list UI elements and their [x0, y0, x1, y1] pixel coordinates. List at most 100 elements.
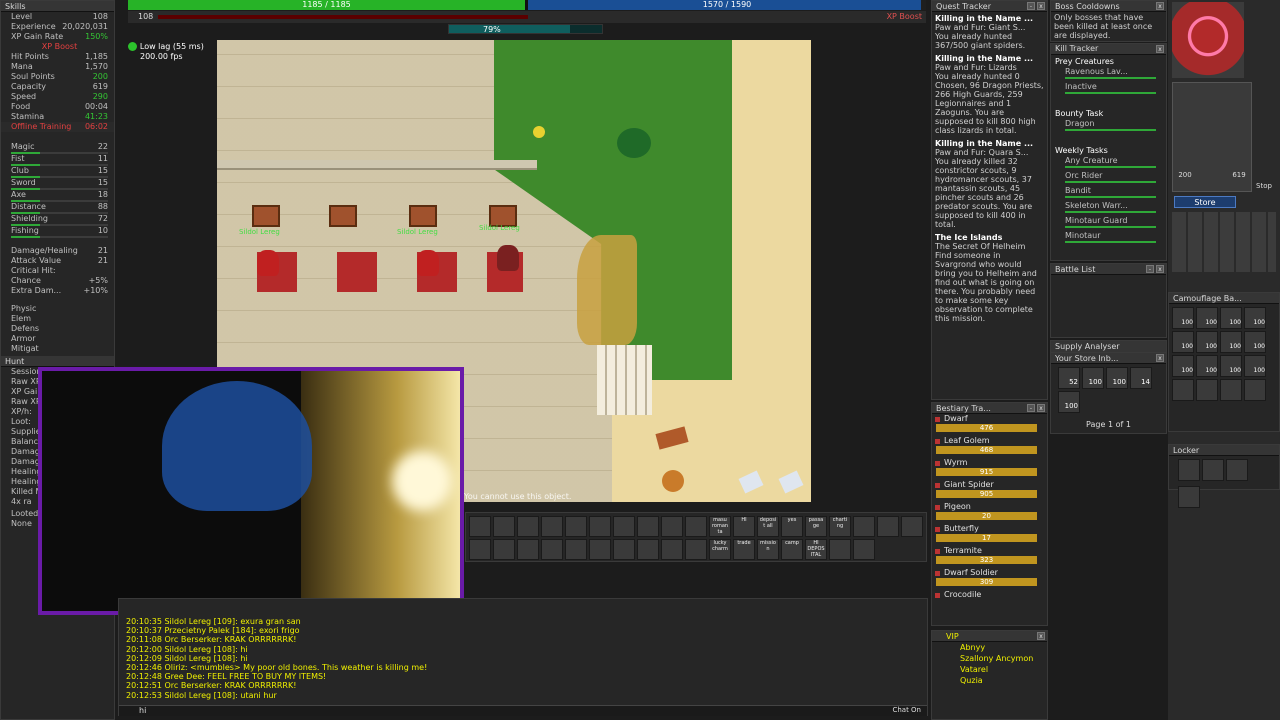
hotbar-slot[interactable]: [685, 539, 707, 560]
bestiary-name[interactable]: Butterfly: [932, 524, 1047, 534]
depot-chest-2[interactable]: [329, 205, 357, 227]
minimize-icon[interactable]: -: [1027, 2, 1035, 10]
hotbar-slot[interactable]: charti ng: [829, 516, 851, 537]
hotbar-slot[interactable]: trade: [733, 539, 755, 560]
camouflage-slot[interactable]: 100: [1196, 355, 1218, 377]
locker-slot-1[interactable]: [1178, 459, 1200, 481]
hotbar-slot[interactable]: HI: [733, 516, 755, 537]
camouflage-slot[interactable]: 100: [1172, 355, 1194, 377]
hotbar-slot[interactable]: [901, 516, 923, 537]
inbox-slot[interactable]: 52: [1058, 367, 1080, 389]
close-icon[interactable]: x: [1037, 404, 1045, 412]
hotbar-slot[interactable]: [541, 516, 563, 537]
weekly-item[interactable]: Skeleton Warr...: [1061, 201, 1166, 211]
player-char-2[interactable]: [417, 250, 439, 276]
hotbar-slot[interactable]: yes: [781, 516, 803, 537]
bag-item[interactable]: [662, 470, 684, 492]
player-char-1[interactable]: [257, 250, 279, 276]
weekly-item[interactable]: Orc Rider: [1061, 171, 1166, 181]
stop-button[interactable]: Stop: [1256, 182, 1272, 190]
weekly-item[interactable]: Minotaur Guard: [1061, 216, 1166, 226]
bestiary-name[interactable]: Leaf Golem: [932, 436, 1047, 446]
bestiary-name[interactable]: Dwarf: [932, 414, 1047, 424]
hotbar-slot[interactable]: [613, 516, 635, 537]
inbox-slot[interactable]: 100: [1106, 367, 1128, 389]
camouflage-slot[interactable]: 100: [1172, 307, 1194, 329]
hotbar-slot[interactable]: [853, 516, 875, 537]
hotbar-slot[interactable]: [661, 539, 683, 560]
bestiary-name[interactable]: Dwarf Soldier: [932, 568, 1047, 578]
camouflage-slot[interactable]: [1196, 379, 1218, 401]
hotbar-slot[interactable]: passa ge: [805, 516, 827, 537]
hotbar-slot[interactable]: [565, 516, 587, 537]
hotbar-slot[interactable]: [517, 539, 539, 560]
hotbar-slot[interactable]: [517, 516, 539, 537]
hotbar-slot[interactable]: [661, 516, 683, 537]
hotbar-slot[interactable]: [469, 539, 491, 560]
weekly-item[interactable]: Bandit: [1061, 186, 1166, 196]
bestiary-name[interactable]: Giant Spider: [932, 480, 1047, 490]
prey-item[interactable]: Inactive: [1061, 82, 1166, 92]
store-button[interactable]: Store: [1174, 196, 1236, 208]
chat-on-button[interactable]: Chat On: [892, 706, 921, 714]
weekly-item[interactable]: Any Creature: [1061, 156, 1166, 166]
bestiary-name[interactable]: Crocodile: [932, 590, 1047, 600]
camouflage-slot[interactable]: [1172, 379, 1194, 401]
close-icon[interactable]: x: [1037, 2, 1045, 10]
quest-entry[interactable]: Killing in the Name ... Paw and Fur: Gian…: [932, 14, 1047, 50]
hotbar-slot[interactable]: [685, 516, 707, 537]
hotbar-slot[interactable]: [589, 516, 611, 537]
close-icon[interactable]: x: [1156, 354, 1164, 362]
hotbar-slot[interactable]: lucky charm: [709, 539, 731, 560]
camouflage-slot[interactable]: 100: [1244, 355, 1266, 377]
prey-item[interactable]: Ravenous Lav...: [1061, 67, 1166, 77]
bestiary-name[interactable]: Pigeon: [932, 502, 1047, 512]
bestiary-name[interactable]: Wyrm: [932, 458, 1047, 468]
hotbar-slot[interactable]: [853, 539, 875, 560]
camouflage-slot[interactable]: 100: [1220, 355, 1242, 377]
camouflage-slot[interactable]: 100: [1244, 307, 1266, 329]
camouflage-slot[interactable]: 100: [1244, 331, 1266, 353]
hotbar-slot[interactable]: [613, 539, 635, 560]
vip-name[interactable]: Szallony Ancymon: [946, 653, 1047, 664]
camouflage-slot[interactable]: 100: [1172, 331, 1194, 353]
locker-slot-4[interactable]: [1178, 486, 1200, 508]
close-icon[interactable]: x: [1156, 265, 1164, 273]
hotbar-slot[interactable]: [565, 539, 587, 560]
quest-entry[interactable]: The Ice Islands The Secret Of Helheim Find…: [932, 233, 1047, 323]
bestiary-name[interactable]: Terramite: [932, 546, 1047, 556]
locker-slot-3[interactable]: [1226, 459, 1248, 481]
vip-name[interactable]: Abnyy: [946, 642, 1047, 653]
locker-slot-2[interactable]: [1202, 459, 1224, 481]
bounty-item[interactable]: Dragon: [1061, 119, 1166, 129]
inbox-slot[interactable]: 100: [1058, 391, 1080, 413]
quest-entry[interactable]: Killing in the Name ... Paw and Fur: Quar…: [932, 139, 1047, 229]
camouflage-slot[interactable]: [1220, 379, 1242, 401]
hotbar-slot[interactable]: [469, 516, 491, 537]
hotbar-slot[interactable]: [637, 539, 659, 560]
inbox-slot[interactable]: 100: [1082, 367, 1104, 389]
hotbar-slot[interactable]: [541, 539, 563, 560]
quest-entry[interactable]: Killing in the Name ... Paw and Fur: Liza…: [932, 54, 1047, 135]
close-icon[interactable]: x: [1037, 632, 1045, 640]
minimize-icon[interactable]: -: [1146, 265, 1154, 273]
vip-name[interactable]: Vatarel: [946, 664, 1047, 675]
hotbar-slot[interactable]: [637, 516, 659, 537]
hotbar-slot[interactable]: [493, 516, 515, 537]
chat-input[interactable]: hi Chat On: [119, 705, 927, 716]
weekly-item[interactable]: Minotaur: [1061, 231, 1166, 241]
close-icon[interactable]: x: [1156, 2, 1164, 10]
camouflage-slot[interactable]: 100: [1220, 331, 1242, 353]
camouflage-slot[interactable]: 100: [1196, 331, 1218, 353]
hotbar-slot[interactable]: [589, 539, 611, 560]
hotbar-slot[interactable]: [829, 539, 851, 560]
player-char-3[interactable]: [497, 245, 519, 271]
hotbar-slot[interactable]: missio n: [757, 539, 779, 560]
hotbar-slot[interactable]: deposi t all: [757, 516, 779, 537]
hotbar-slot[interactable]: masu roman ta: [709, 516, 731, 537]
camouflage-slot[interactable]: [1244, 379, 1266, 401]
inbox-slot[interactable]: 14: [1130, 367, 1152, 389]
camouflage-slot[interactable]: 100: [1220, 307, 1242, 329]
depot-chest-1[interactable]: [252, 205, 280, 227]
close-icon[interactable]: x: [1156, 45, 1164, 53]
